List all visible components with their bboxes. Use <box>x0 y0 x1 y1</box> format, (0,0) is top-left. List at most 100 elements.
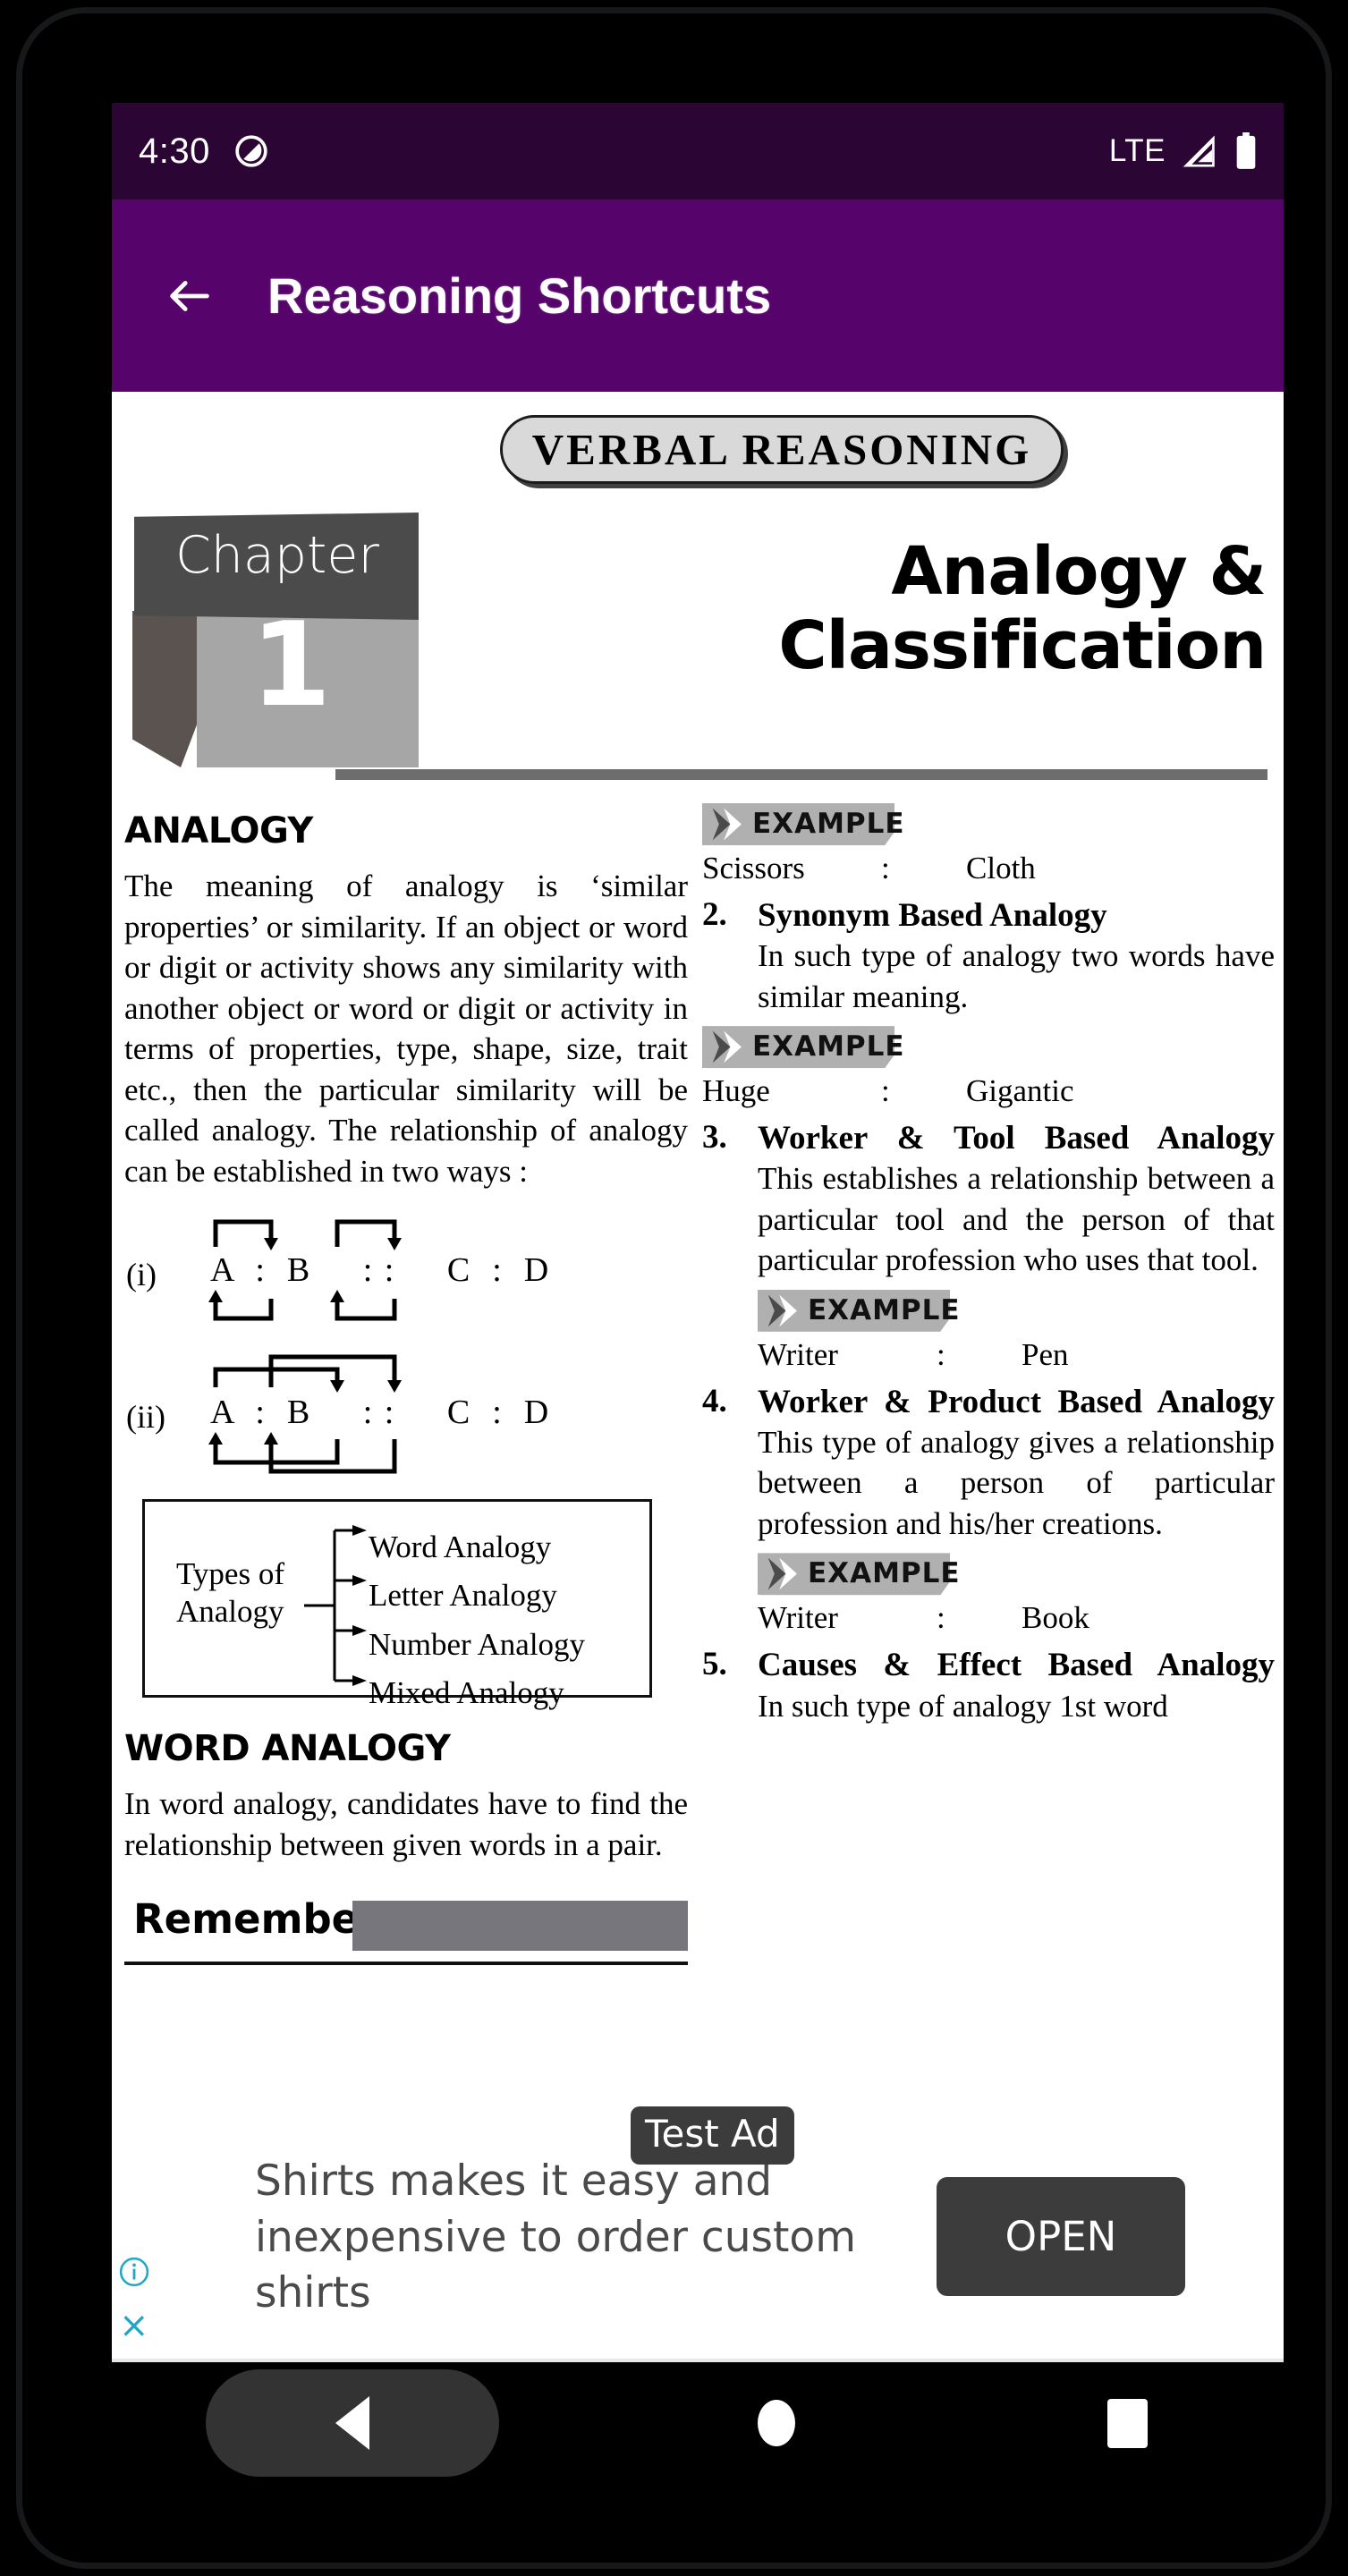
list-item: Number Analogy <box>369 1626 586 1662</box>
item-body: This establishes a relationship between … <box>758 1161 1275 1278</box>
status-bar-left-icons <box>233 133 269 169</box>
phone-frame: 4:30 LTE Reasoning Shortcuts VERBAL REAS… <box>16 7 1332 2569</box>
item-body: In such type of analogy two words have s… <box>758 938 1275 1014</box>
example-pair-right: Pen <box>1022 1336 1069 1372</box>
example-tag: EXAMPLE <box>702 803 904 845</box>
example-tag-label: EXAMPLE <box>752 808 905 840</box>
analogy-diagram-2-label: (ii) <box>126 1399 165 1435</box>
item-title: Worker & Product Based Analogy <box>758 1383 1275 1420</box>
example-tag-label: EXAMPLE <box>752 1030 905 1063</box>
example-tag-label: EXAMPLE <box>808 1293 961 1326</box>
chevron-right-icon <box>712 1030 742 1063</box>
example-pair-right: Book <box>1022 1600 1089 1636</box>
chapter-badge: Chapter 1 <box>125 513 420 767</box>
chevron-right-icon <box>767 1557 797 1590</box>
analogy-intro-paragraph: The meaning of analogy is ‘similar prope… <box>124 869 688 1189</box>
analogy-type-item-3: 3. Worker & Tool Based Analogy <box>702 1118 1275 1158</box>
item-number: 5. <box>702 1646 727 1683</box>
chapter-title-line-2: Classification <box>778 606 1267 684</box>
right-text-column: EXAMPLE Scissors : Cloth 2. Synonym Base… <box>702 794 1275 2127</box>
book-page-viewer[interactable]: VERBAL REASONING Chapter 1 Analogy & Cla… <box>112 392 1284 2131</box>
remember-strip: Remember <box>124 1895 688 1965</box>
page-title: Reasoning Shortcuts <box>267 267 772 324</box>
nav-recents-button[interactable] <box>1107 2399 1148 2448</box>
analogy-section-heading: ANALOGY <box>124 810 313 852</box>
signal-icon <box>1183 135 1215 167</box>
nav-divider <box>112 2359 1284 2362</box>
do-not-disturb-icon <box>235 135 267 167</box>
status-bar-right-icons: LTE <box>1109 132 1257 170</box>
example-pair-colon: : <box>881 851 890 886</box>
list-item: Mixed Analogy <box>369 1674 564 1710</box>
analogy-type-item-4: 4. Worker & Product Based Analogy <box>702 1382 1275 1422</box>
example-pair-left: Scissors <box>702 851 805 886</box>
app-bar: Reasoning Shortcuts <box>112 199 1284 392</box>
item-body: In such type of analogy 1st word <box>758 1688 1168 1724</box>
info-icon[interactable] <box>119 2257 149 2287</box>
item-title: Causes & Effect Based Analogy <box>758 1647 1275 1684</box>
nav-home-button[interactable] <box>758 2400 795 2446</box>
ad-open-button[interactable]: OPEN <box>937 2177 1185 2296</box>
chevron-right-icon <box>767 1294 797 1327</box>
example-pair: Scissors : Cloth <box>702 851 1275 886</box>
types-of-analogy-label: Types of Analogy <box>176 1555 284 1631</box>
network-type-label: LTE <box>1108 133 1166 168</box>
analogy-diagram-2-arrows <box>208 1354 402 1474</box>
chapter-word-label: Chapter <box>175 526 379 585</box>
test-ad-chip: Test Ad <box>631 2106 794 2165</box>
item-number: 3. <box>702 1119 727 1157</box>
analogy-type-item-2: 2. Synonym Based Analogy <box>702 895 1275 936</box>
analogy-diagram-1-arrows <box>208 1219 402 1321</box>
example-pair: Writer : Pen <box>758 1337 1275 1373</box>
status-bar: 4:30 LTE <box>112 103 1284 199</box>
nav-back-icon <box>335 2396 369 2450</box>
item-number: 2. <box>702 896 727 933</box>
example-pair: Writer : Book <box>758 1600 1275 1636</box>
nav-back-button[interactable] <box>206 2369 499 2477</box>
types-label-line-1: Types of <box>176 1556 284 1591</box>
types-of-analogy-diagram: Types of Analogy Word Analogy Letter Ana… <box>142 1499 652 1710</box>
example-pair: Huge : Gigantic <box>702 1073 1275 1109</box>
chapter-number-label: 1 <box>250 597 332 733</box>
example-tag-label: EXAMPLE <box>808 1557 961 1590</box>
example-pair-left: Writer <box>758 1600 838 1636</box>
left-text-column: ANALOGY The meaning of analogy is ‘simil… <box>124 810 688 2116</box>
remember-label: Remember <box>133 1895 379 1943</box>
types-label-line-2: Analogy <box>176 1594 284 1629</box>
example-tag: EXAMPLE <box>758 1289 960 1332</box>
item-body: This type of analogy gives a relationshi… <box>758 1424 1275 1541</box>
battery-icon <box>1236 132 1256 169</box>
item-title: Synonym Based Analogy <box>758 897 1107 934</box>
ad-banner[interactable]: Shirts makes it easy and inexpensive to … <box>112 2131 1284 2359</box>
system-navigation-bar <box>112 2359 1284 2520</box>
close-icon[interactable]: × <box>119 2308 149 2343</box>
analogy-type-item-5: 5. Causes & Effect Based Analogy <box>702 1645 1275 1685</box>
item-title: Worker & Tool Based Analogy <box>758 1120 1275 1157</box>
chevron-right-icon <box>712 808 742 841</box>
analogy-diagram-2: (ii) A : B : : C : D <box>124 1346 688 1476</box>
chapter-title-line-1: Analogy & <box>891 533 1267 610</box>
verbal-reasoning-banner: VERBAL REASONING <box>500 415 1064 484</box>
chapter-title: Analogy & Classification <box>586 533 1267 684</box>
example-pair-colon: : <box>937 1336 945 1372</box>
word-analogy-heading: WORD ANALOGY <box>124 1728 451 1769</box>
example-tag: EXAMPLE <box>758 1553 960 1596</box>
analogy-diagram-1: (i) A : B : : C : D <box>124 1204 688 1334</box>
back-arrow-icon[interactable] <box>164 270 216 322</box>
analogy-diagram-1-label: (i) <box>126 1257 157 1292</box>
example-pair-right: Cloth <box>966 851 1036 886</box>
example-pair-left: Writer <box>758 1336 838 1372</box>
example-pair-right: Gigantic <box>966 1073 1074 1109</box>
list-item: Word Analogy <box>369 1530 552 1564</box>
phone-screen: 4:30 LTE Reasoning Shortcuts VERBAL REAS… <box>22 13 1326 2563</box>
example-pair-left: Huge <box>702 1073 770 1109</box>
example-pair-colon: : <box>881 1073 890 1109</box>
remember-bar <box>352 1901 688 1951</box>
verbal-reasoning-label: VERBAL REASONING <box>531 425 1032 474</box>
title-divider <box>335 769 1267 780</box>
example-pair-colon: : <box>937 1600 945 1636</box>
item-number: 4. <box>702 1382 727 1419</box>
ad-headline: Shirts makes it easy and inexpensive to … <box>255 2157 856 2318</box>
types-of-analogy-list: Word Analogy Letter Analogy Number Analo… <box>369 1523 585 1717</box>
word-analogy-paragraph: In word analogy, candidates have to find… <box>124 1786 688 1862</box>
